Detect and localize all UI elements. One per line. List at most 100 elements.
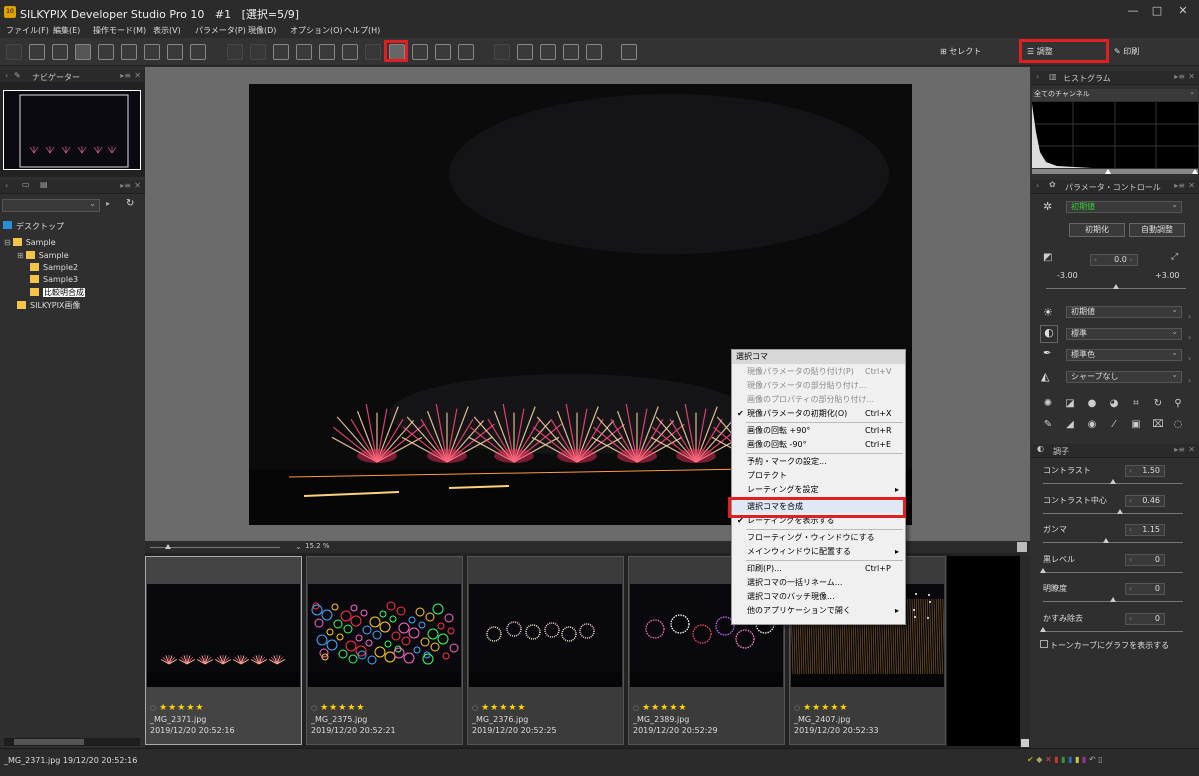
tree-item-desktop[interactable]: デスクトップ	[3, 221, 64, 232]
context-menu-item[interactable]: プロテクト	[732, 469, 905, 482]
menu-develop[interactable]: 現像(D)	[248, 25, 276, 36]
context-menu-item[interactable]: 選択コマの一括リネーム...	[732, 576, 905, 589]
expand-toggle-icon[interactable]: ⊞	[17, 251, 24, 260]
label-blue-icon[interactable]: ▮	[1068, 755, 1072, 764]
mask-tool-icon[interactable]: ◌	[1172, 419, 1184, 431]
gradient-tool-icon[interactable]: ◢	[1064, 419, 1076, 431]
tone-param-value[interactable]: ‹ 0.46	[1125, 494, 1165, 507]
frame-tool-icon[interactable]: ⌗	[1130, 398, 1142, 410]
expand-icon[interactable]: ›	[1188, 376, 1191, 385]
fit-icon[interactable]	[1017, 542, 1027, 552]
monitor-icon[interactable]	[563, 44, 579, 60]
exposure-bias-icon[interactable]: ⤢	[1171, 252, 1178, 262]
tone-param-value[interactable]: ‹ 1.15	[1125, 524, 1165, 536]
context-menu-item[interactable]: 現像パラメータの部分貼り付け...	[732, 379, 905, 392]
delete-status-icon[interactable]: ▯	[1098, 755, 1102, 764]
thumbnail-item[interactable]: ○ ★★★★★ _MG_2375.jpg 2019/12/20 20:52:21	[306, 556, 463, 745]
select-mode-button[interactable]: ⊞ セレクト	[940, 46, 981, 57]
warning-icon[interactable]	[190, 44, 206, 60]
refresh-icon[interactable]: ↻	[126, 198, 134, 209]
folder-tab-icon[interactable]: ▤	[40, 180, 48, 189]
tone-param-slider[interactable]	[1040, 626, 1046, 632]
collapse-icon[interactable]: ‹	[5, 181, 8, 190]
thumbnail-item[interactable]: ○ ★★★★★ _MG_2371.jpg 2019/12/20 20:52:16	[145, 556, 302, 745]
tree-item-silkypix[interactable]: SILKYPIX画像	[17, 300, 80, 311]
tone-curve-checkbox[interactable]	[1040, 640, 1048, 648]
decrease-icon[interactable]: ‹	[1129, 614, 1132, 624]
rotate-right-icon[interactable]	[435, 44, 451, 60]
gear-icon[interactable]: ✲	[1043, 200, 1052, 213]
undo-icon[interactable]	[227, 44, 243, 60]
close-icon[interactable]: ✕	[1188, 445, 1195, 454]
expand-icon[interactable]: ›	[1188, 333, 1191, 342]
tree-item-sample3[interactable]: Sample3	[30, 275, 78, 284]
brush-tool-icon[interactable]: ⁄	[1108, 419, 1120, 431]
panel-menu-icon[interactable]: ▸≡	[1174, 181, 1185, 190]
decrease-icon[interactable]: ‹	[1129, 466, 1132, 476]
redo-icon[interactable]	[250, 44, 266, 60]
back-icon[interactable]	[6, 44, 22, 60]
brush-icon[interactable]	[273, 44, 289, 60]
eye-tool-icon[interactable]: ◉	[1086, 419, 1098, 431]
zoom-slider[interactable]	[165, 544, 171, 549]
tree-item-composite[interactable]: 比較明合成	[30, 287, 85, 298]
tone-param-slider[interactable]	[1117, 508, 1123, 514]
decrease-icon[interactable]: ‹	[1129, 525, 1132, 535]
tone-param-slider[interactable]	[1110, 597, 1116, 602]
drop-tool-icon[interactable]: ◕	[1108, 398, 1120, 410]
develop-icon[interactable]	[517, 44, 533, 60]
rotate-tool-icon[interactable]: ↻	[1152, 398, 1164, 410]
expand-icon[interactable]: ›	[1188, 354, 1191, 363]
menu-view[interactable]: 表示(V)	[153, 25, 181, 36]
context-menu-item[interactable]: 予約・マークの設定...	[732, 455, 905, 468]
collapse-icon[interactable]: ›	[1036, 181, 1039, 190]
menu-file[interactable]: ファイル(F)	[6, 25, 49, 36]
panel-menu-icon[interactable]: ▸≡	[1174, 445, 1185, 454]
star-rating[interactable]: ○ ★★★★★	[150, 703, 204, 713]
unrated-dot-icon[interactable]: ○	[472, 704, 479, 712]
unrated-dot-icon[interactable]: ○	[150, 704, 157, 712]
batch-icon[interactable]	[494, 44, 510, 60]
label-yellow-icon[interactable]: ▮	[1075, 755, 1079, 764]
unrated-dot-icon[interactable]: ○	[311, 704, 318, 712]
star-rating[interactable]: ○ ★★★★★	[794, 703, 848, 713]
navigator-preview[interactable]	[3, 90, 141, 170]
fullscreen-icon[interactable]	[144, 44, 160, 60]
tag-icon[interactable]: ◆	[1036, 755, 1042, 764]
close-button[interactable]: ✕	[1176, 4, 1190, 18]
ball-tool-icon[interactable]: ●	[1086, 398, 1098, 410]
close-icon[interactable]: ✕	[134, 71, 141, 80]
lens-tool-icon[interactable]: ⚲	[1172, 398, 1184, 410]
undo-status-icon[interactable]: ↶	[1089, 755, 1096, 764]
context-menu-item[interactable]: 画像の回転 +90° Ctrl+R	[732, 424, 905, 437]
check-icon[interactable]: ✔	[1027, 755, 1034, 764]
search-icon[interactable]	[621, 44, 637, 60]
menu-edit[interactable]: 編集(E)	[53, 25, 80, 36]
panel-menu-icon[interactable]: ▸≡	[1174, 72, 1185, 81]
menu-help[interactable]: ヘルプ(H)	[344, 25, 380, 36]
star-rating[interactable]: ○ ★★★★★	[472, 703, 526, 713]
crop-tool-icon[interactable]: ⌧	[1152, 419, 1164, 431]
delete-icon[interactable]: ✕	[1045, 755, 1052, 764]
label-red-icon[interactable]: ▮	[1054, 755, 1058, 764]
preview-icon[interactable]	[98, 44, 114, 60]
expand-icon[interactable]: ›	[1188, 312, 1191, 321]
grid-view-icon[interactable]	[52, 44, 68, 60]
panel-menu-icon[interactable]: ▸≡	[120, 181, 131, 190]
tone-select[interactable]: 標準	[1066, 327, 1182, 340]
decrease-icon[interactable]: ‹	[1129, 584, 1132, 594]
tone-param-slider[interactable]	[1040, 567, 1046, 573]
tone-param-value[interactable]: ‹ 0	[1125, 553, 1165, 566]
context-menu-item[interactable]: メインウィンドウに配置する ▸	[732, 545, 905, 558]
context-menu-item[interactable]: フローティング・ウィンドウにする	[732, 531, 905, 544]
tone-param-slider[interactable]	[1103, 538, 1109, 543]
star-rating[interactable]: ○ ★★★★★	[633, 703, 687, 713]
folder-up-icon[interactable]: ▸	[106, 199, 110, 208]
initialize-button[interactable]: 初期化	[1069, 223, 1125, 237]
channel-select[interactable]: 全てのチャンネル ⌄	[1032, 88, 1198, 101]
zoom-dropdown-icon[interactable]: ⌄	[295, 542, 305, 552]
unrated-dot-icon[interactable]: ○	[633, 704, 640, 712]
crop-icon[interactable]	[365, 44, 381, 60]
white-balance-select[interactable]: 初期値	[1066, 305, 1182, 318]
box-tool-icon[interactable]: ▣	[1130, 419, 1142, 431]
